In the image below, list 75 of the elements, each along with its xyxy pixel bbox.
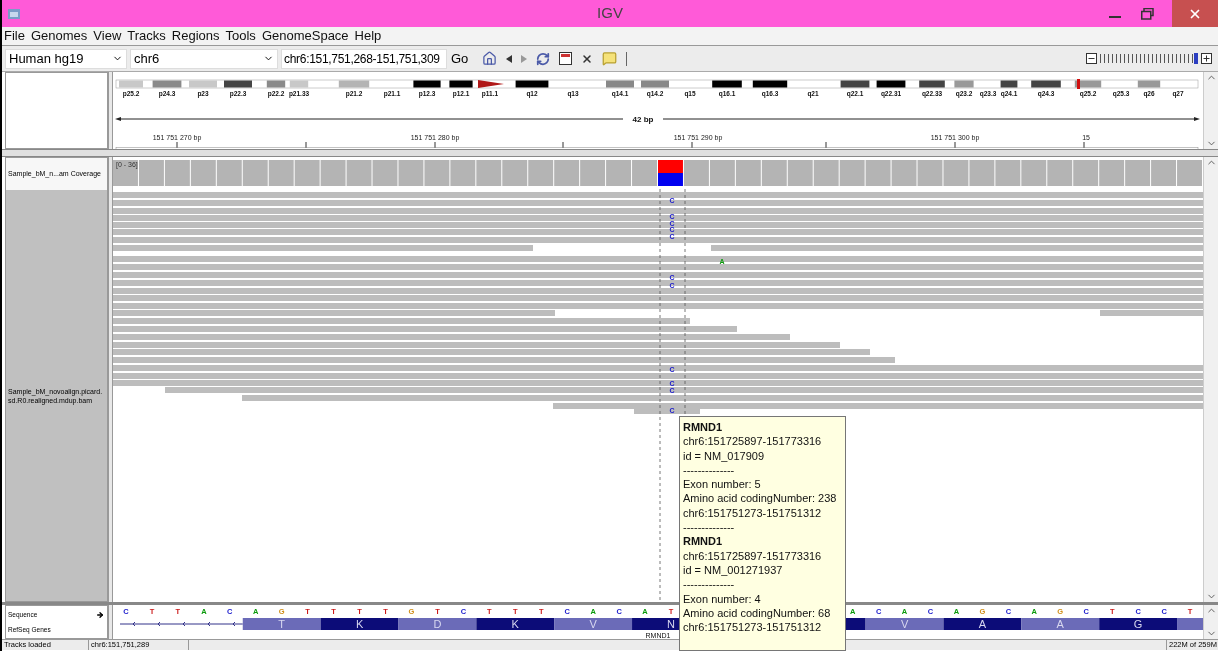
zoom-slider[interactable] bbox=[1100, 53, 1198, 64]
cytoband bbox=[1000, 80, 1018, 88]
cytoband bbox=[840, 80, 870, 88]
span-label: 42 bp bbox=[632, 115, 654, 124]
tooltip-line: Exon number: 5 bbox=[683, 477, 762, 492]
cytoband bbox=[289, 80, 309, 88]
menu-item[interactable]: Tracks bbox=[127, 26, 166, 46]
cytoband bbox=[413, 80, 441, 88]
tooltip-line: -------------- bbox=[683, 520, 736, 535]
cytoband bbox=[224, 80, 252, 88]
restore-button[interactable] bbox=[1141, 7, 1154, 20]
amino-acid-letter: N bbox=[667, 618, 675, 630]
genome-dropdown[interactable]: Human hg19 bbox=[5, 48, 127, 69]
amino-acid-letter: K bbox=[511, 618, 519, 630]
tooltip-line: Amino acid codingNumber: 238 bbox=[683, 491, 838, 506]
cytoband bbox=[515, 80, 549, 88]
menu-item[interactable]: GenomeSpace bbox=[261, 26, 349, 46]
cytoband bbox=[119, 80, 143, 88]
window-title: IGV bbox=[597, 3, 623, 24]
cross-icon[interactable] bbox=[581, 52, 594, 65]
tooltip-line: id = NM_001271937 bbox=[683, 562, 784, 578]
tooltip-line: chr6:151751273-151751312 bbox=[683, 505, 823, 521]
cytoband bbox=[1031, 80, 1061, 88]
cytoband bbox=[152, 80, 182, 88]
tooltip-line: chr6:151751273-151751312 bbox=[683, 620, 823, 635]
region-icon[interactable] bbox=[559, 52, 573, 65]
tooltip-line: id = NM_017909 bbox=[683, 448, 766, 463]
amino-acid-letter: V bbox=[900, 618, 909, 630]
cytoband bbox=[876, 80, 906, 88]
menu-item[interactable]: Genomes bbox=[30, 26, 88, 46]
amino-acid-letter: A bbox=[978, 618, 987, 630]
app-icon bbox=[8, 7, 20, 20]
go-button[interactable]: Go bbox=[449, 48, 471, 69]
amino-acid-letter: V bbox=[589, 618, 597, 630]
zoom-in-button[interactable] bbox=[1201, 53, 1212, 64]
tooltip-line: chr6:151725897-151773316 bbox=[683, 434, 823, 449]
current-region-marker bbox=[1077, 79, 1080, 89]
cytoband bbox=[189, 80, 217, 88]
cytoband bbox=[338, 80, 370, 88]
tooltip-title: RMND1 bbox=[683, 534, 724, 549]
menu-item[interactable]: File bbox=[4, 26, 25, 46]
cytoband bbox=[641, 80, 669, 88]
amino-acid-letter: A bbox=[1056, 618, 1064, 630]
cytoband bbox=[266, 80, 286, 88]
strand-arrow-icon[interactable] bbox=[95, 610, 105, 619]
tooltip-line: Exon number: 4 bbox=[683, 591, 762, 606]
menu-item[interactable]: Tools bbox=[225, 26, 256, 46]
tooltip-title: RMND1 bbox=[683, 420, 724, 435]
tooltip-line: chr6:151725897-151773316 bbox=[683, 548, 823, 563]
refresh-icon[interactable] bbox=[536, 51, 551, 66]
zoom-thumb[interactable] bbox=[1194, 53, 1198, 64]
home-icon[interactable] bbox=[482, 51, 498, 66]
amino-acid-letter: K bbox=[355, 618, 364, 630]
cytoband bbox=[1137, 80, 1161, 88]
cytoband bbox=[712, 80, 742, 88]
tooltip-line: Amino acid codingNumber: 68 bbox=[683, 605, 832, 621]
menu-item[interactable]: View bbox=[93, 26, 122, 46]
cytoband bbox=[954, 80, 974, 88]
locus-field[interactable]: chr6:151,751,268-151,751,309 bbox=[281, 48, 447, 69]
cytoband bbox=[449, 80, 473, 88]
tooltip-line: -------------- bbox=[683, 577, 736, 592]
centromere-icon bbox=[478, 80, 504, 88]
cytoband bbox=[919, 80, 945, 88]
back-icon[interactable] bbox=[506, 54, 513, 63]
cytoband bbox=[752, 80, 788, 88]
amino-acid-letter: T bbox=[278, 618, 286, 630]
close-button[interactable] bbox=[1172, 0, 1218, 27]
zoom-out-button[interactable] bbox=[1086, 53, 1097, 64]
chromosome-dropdown[interactable]: chr6 bbox=[130, 48, 278, 69]
amino-acid-letter: G bbox=[1133, 618, 1143, 630]
cytoband bbox=[606, 80, 634, 88]
menu-item[interactable]: Help bbox=[354, 26, 382, 46]
menu-item[interactable]: Regions bbox=[171, 26, 220, 46]
amino-acid-letter: D bbox=[433, 618, 442, 630]
tooltip-line: -------------- bbox=[683, 462, 736, 478]
